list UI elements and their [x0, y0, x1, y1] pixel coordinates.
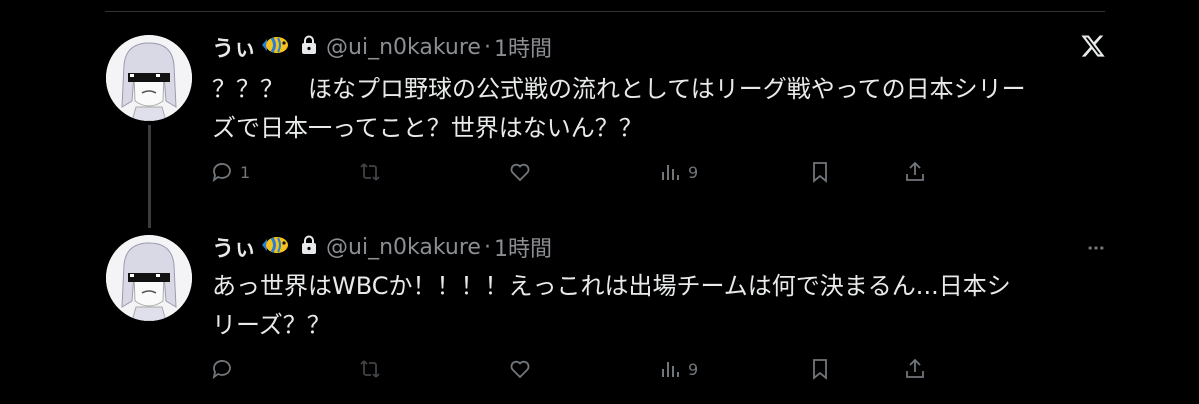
reply-count: 1 — [240, 162, 251, 182]
bookmark-icon — [813, 359, 827, 380]
views-button[interactable]: 9 — [658, 357, 698, 381]
views-count: 9 — [688, 162, 699, 182]
action-bar: 1 9 — [210, 160, 930, 190]
avatar[interactable] — [106, 235, 192, 321]
tweet-header: うぃ @ui_n0kakure · 1時間 — [212, 231, 552, 263]
lock-icon — [300, 235, 318, 259]
bookmark-button[interactable] — [808, 160, 832, 184]
views-count: 9 — [688, 359, 699, 379]
reply-button[interactable]: 1 — [210, 160, 250, 184]
tweet-text-line: リーズ？？ — [212, 311, 331, 339]
action-bar: 9 — [210, 357, 930, 387]
bookmark-icon — [813, 162, 827, 183]
reply-icon — [212, 360, 231, 380]
tweet-text: ？？？ ほなプロ野球の公式戦の流れとしてはリーグ戦やっての日本シリー ズで日本一… — [212, 70, 1112, 148]
bookmark-button[interactable] — [808, 357, 832, 381]
display-name[interactable]: うぃ — [212, 31, 256, 63]
tweet-text-line: ？？？ ほなプロ野球の公式戦の流れとしてはリーグ戦やっての日本シリー — [212, 75, 1026, 103]
like-button[interactable] — [508, 357, 538, 381]
tweet-text-line: ズで日本一ってこと？世界はないん？？ — [212, 114, 643, 142]
user-handle[interactable]: @ui_n0kakure — [326, 235, 481, 260]
like-button[interactable] — [508, 160, 538, 184]
heart-icon — [510, 163, 530, 182]
heart-icon — [510, 360, 530, 379]
tweet-2[interactable]: うぃ @ui_n0kakure · 1時間 あっ世界はWBCか！！！！えっこれは… — [0, 200, 1199, 380]
separator-dot: · — [483, 234, 491, 260]
tropical-fish-icon — [260, 234, 290, 260]
lock-icon — [300, 35, 318, 59]
reply-button[interactable] — [210, 357, 240, 381]
tropical-fish-icon — [260, 34, 290, 60]
avatar[interactable] — [106, 35, 192, 121]
share-icon — [906, 358, 924, 378]
share-button[interactable] — [903, 160, 927, 184]
user-handle[interactable]: @ui_n0kakure — [326, 35, 481, 60]
share-icon — [906, 161, 924, 181]
tweet-text-line: あっ世界はWBCか！！！！えっこれは出場チームは何で決まるん...日本シ — [212, 272, 1011, 300]
reply-icon — [212, 163, 231, 183]
display-name[interactable]: うぃ — [212, 231, 256, 263]
tweet-header: うぃ @ui_n0kakure · 1時間 — [212, 31, 552, 63]
tweet-1[interactable]: うぃ @ui_n0kakure · 1時間 ？？？ ほなプロ野球の公式戦の流れと… — [0, 0, 1199, 183]
tweet-text: あっ世界はWBCか！！！！えっこれは出場チームは何で決まるん...日本シ リーズ… — [212, 267, 1112, 345]
bar-chart-icon — [662, 362, 679, 377]
views-button[interactable]: 9 — [658, 160, 698, 184]
separator-dot: · — [483, 34, 491, 60]
timestamp[interactable]: 1時間 — [494, 31, 552, 63]
share-button[interactable] — [903, 357, 927, 381]
timestamp[interactable]: 1時間 — [494, 231, 552, 263]
retweet-icon — [360, 163, 380, 181]
retweet-button[interactable] — [358, 357, 388, 381]
retweet-icon — [360, 360, 380, 378]
bar-chart-icon — [662, 165, 679, 180]
retweet-button[interactable] — [358, 160, 388, 184]
